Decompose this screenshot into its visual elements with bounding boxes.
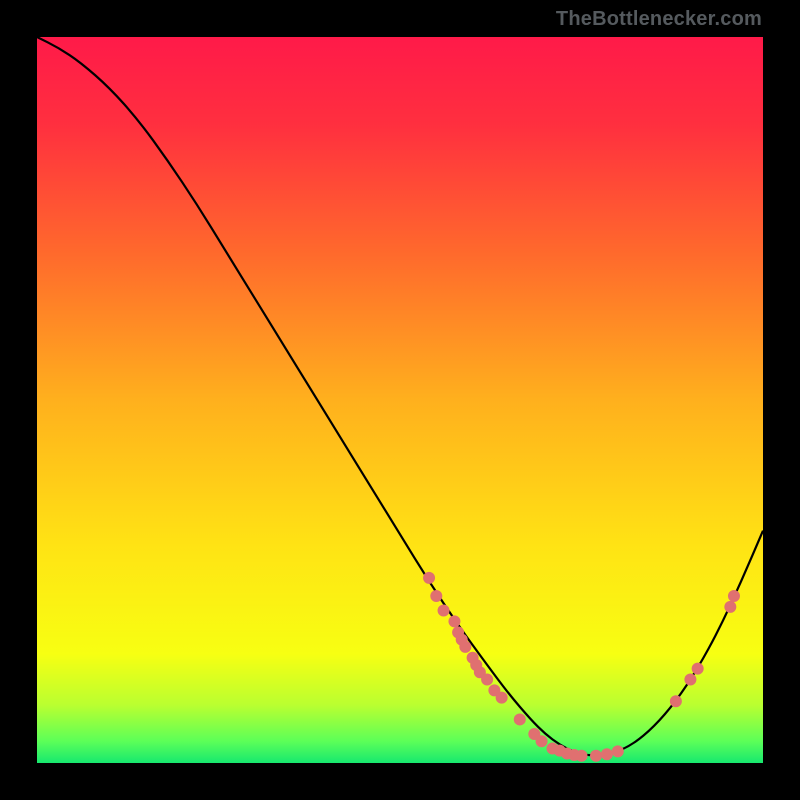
data-point <box>496 692 508 704</box>
data-point <box>684 674 696 686</box>
data-point <box>601 748 613 760</box>
chart-frame: TheBottlenecker.com <box>0 0 800 800</box>
data-point <box>459 641 471 653</box>
data-point <box>438 605 450 617</box>
chart-background <box>37 37 763 763</box>
chart-plot <box>37 37 763 763</box>
data-point <box>536 735 548 747</box>
data-point <box>430 590 442 602</box>
data-point <box>514 713 526 725</box>
data-point <box>448 615 460 627</box>
data-point <box>670 695 682 707</box>
watermark-text: TheBottlenecker.com <box>556 8 762 31</box>
data-point <box>590 750 602 762</box>
data-point <box>612 745 624 757</box>
data-point <box>728 590 740 602</box>
data-point <box>423 572 435 584</box>
data-point <box>576 750 588 762</box>
data-point <box>724 601 736 613</box>
data-point <box>481 674 493 686</box>
data-point <box>692 663 704 675</box>
